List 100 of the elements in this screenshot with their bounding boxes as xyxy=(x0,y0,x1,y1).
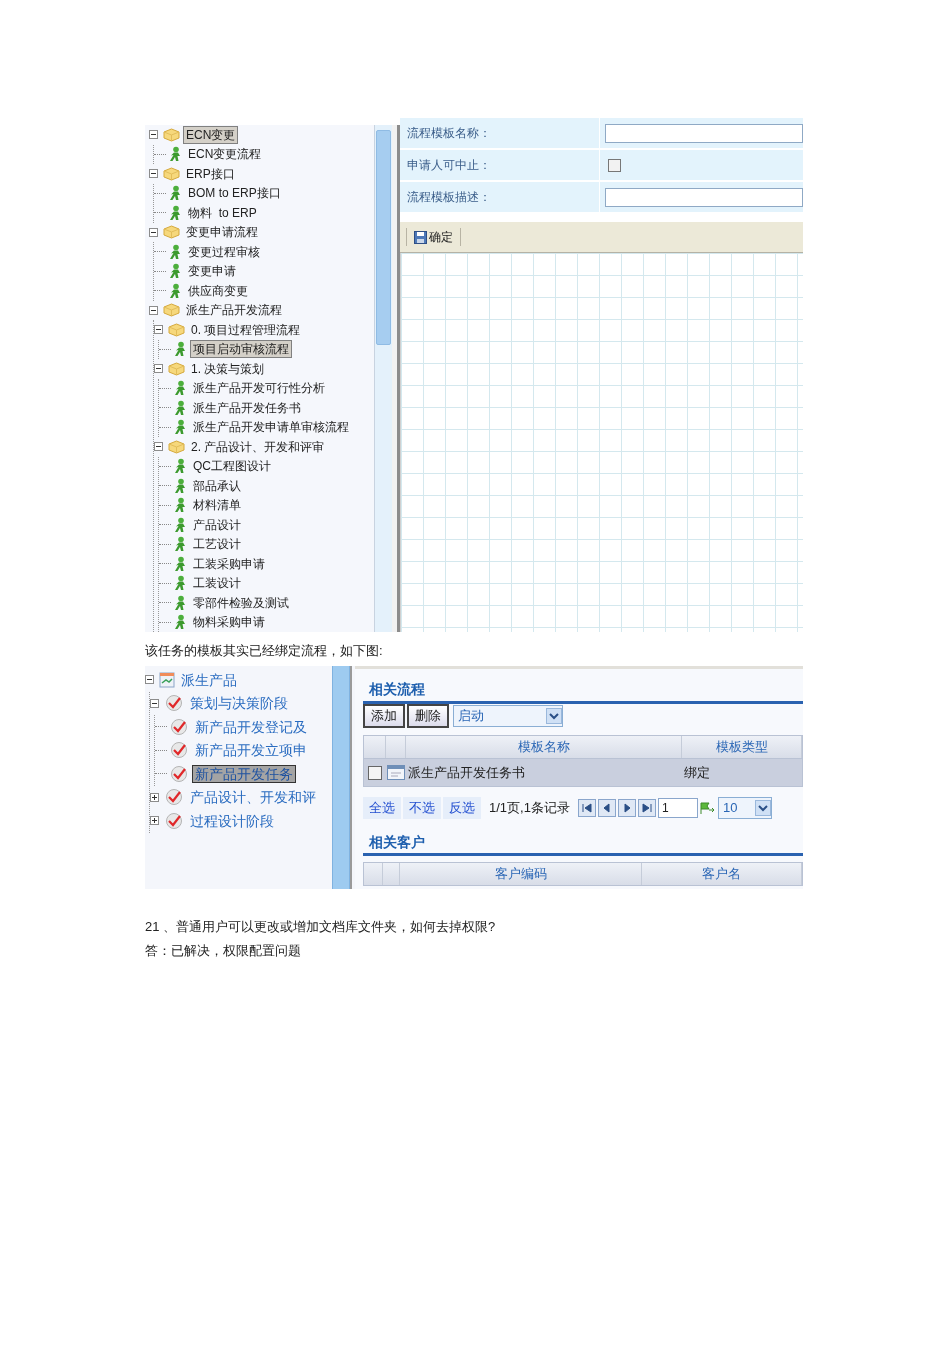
status-dropdown[interactable]: 启动 xyxy=(453,705,563,727)
selection-link[interactable]: 反选 xyxy=(443,797,481,819)
previous-page-icon[interactable] xyxy=(597,799,616,817)
field-label: 流程模板描述： xyxy=(407,189,491,206)
tree-item[interactable]: 工装采购申请 xyxy=(190,554,268,573)
check-icon xyxy=(164,811,184,830)
input-field[interactable] xyxy=(605,187,803,207)
box-icon xyxy=(163,166,180,181)
person-icon xyxy=(173,614,187,631)
checkbox[interactable] xyxy=(367,765,382,780)
tree-item[interactable]: 派生产品开发可行性分析 xyxy=(190,379,328,398)
tree-item[interactable]: 工装设计 xyxy=(190,574,244,593)
collapse-icon[interactable] xyxy=(149,227,158,237)
box-icon xyxy=(163,225,180,240)
action-button[interactable]: 添加 xyxy=(363,704,405,728)
tree-item[interactable]: 派生产品开发流程 xyxy=(183,301,285,320)
tree-item[interactable]: 2. 产品设计、开发和评审 xyxy=(188,437,328,456)
person-icon xyxy=(173,594,187,611)
check-icon xyxy=(169,764,189,783)
go-flag-icon[interactable] xyxy=(699,801,716,815)
table-row[interactable]: 派生产品开发任务书 绑定 xyxy=(363,759,803,787)
person-icon xyxy=(173,477,187,494)
first-page-icon[interactable] xyxy=(577,799,596,817)
collapse-icon[interactable] xyxy=(149,169,158,179)
save-icon xyxy=(414,230,427,244)
tree-item[interactable]: QC工程图设计 xyxy=(190,457,274,476)
tree-item[interactable]: ECN变更 xyxy=(183,125,239,144)
collapse-icon[interactable] xyxy=(149,305,158,315)
answer-text: 答：已解决，权限配置问题 xyxy=(145,942,302,960)
tree-item[interactable]: 过程设计阶段 xyxy=(187,811,277,830)
collapse-icon[interactable] xyxy=(154,364,163,374)
tree-item[interactable]: 产品设计、开发和评 xyxy=(187,788,319,807)
tree-item[interactable]: 派生产品 xyxy=(178,670,240,689)
tree-item[interactable]: 供应商变更 xyxy=(185,281,251,300)
tree-item[interactable]: 新产品开发登记及 xyxy=(192,717,310,736)
person-icon xyxy=(173,458,187,475)
expand-icon[interactable] xyxy=(150,816,159,826)
column-header[interactable]: 客户编码 xyxy=(400,863,642,885)
tree-item[interactable]: 零部件检验及测试 xyxy=(190,593,292,612)
tree-item[interactable]: 材料清单 xyxy=(190,496,244,515)
person-icon xyxy=(173,575,187,592)
collapse-icon[interactable] xyxy=(145,675,154,685)
expand-icon[interactable] xyxy=(150,792,159,802)
page-field[interactable]: 1 xyxy=(657,798,698,818)
tree-item[interactable]: ECN变更流程 xyxy=(185,145,265,164)
tree-item[interactable]: ERP接口 xyxy=(183,164,238,183)
field-label: 流程模板名称： xyxy=(407,125,491,142)
column-header[interactable]: 模板名称 xyxy=(406,736,682,758)
person-icon xyxy=(173,497,187,514)
tree-item[interactable]: 新产品开发立项申 xyxy=(192,741,310,760)
collapse-icon[interactable] xyxy=(150,698,159,708)
chart-icon xyxy=(159,671,175,688)
check-icon xyxy=(169,741,189,760)
tree-item[interactable]: 工艺设计 xyxy=(190,535,244,554)
action-button[interactable]: 删除 xyxy=(407,704,449,728)
tree-item[interactable]: 物料采购申请 xyxy=(190,613,268,632)
field-label: 申请人可中止： xyxy=(407,157,491,174)
person-icon xyxy=(173,536,187,553)
question-text: 21 、普通用户可以更改或增加文档库文件夹，如何去掉权限? xyxy=(145,918,497,936)
box-icon xyxy=(163,127,180,142)
tree-item[interactable]: 变更申请流程 xyxy=(183,223,261,242)
box-icon xyxy=(163,303,180,318)
selection-link[interactable]: 不选 xyxy=(403,797,441,819)
splitter-bar[interactable] xyxy=(392,125,400,632)
tree-item[interactable]: 部品承认 xyxy=(190,476,244,495)
person-icon xyxy=(168,263,182,280)
next-page-icon[interactable] xyxy=(617,799,636,817)
last-page-icon[interactable] xyxy=(637,799,656,817)
scrollbar[interactable] xyxy=(375,125,392,632)
tree-item[interactable]: 变更申请 xyxy=(185,262,239,281)
tree-item[interactable]: 产品设计 xyxy=(190,515,244,534)
person-icon xyxy=(173,341,187,358)
tree-item[interactable]: 派生产品开发任务书 xyxy=(190,398,304,417)
checkbox[interactable] xyxy=(608,158,621,172)
table-cell-text: 派生产品开发任务书 xyxy=(407,763,526,782)
tree-item[interactable]: 项目启动审核流程 xyxy=(190,340,292,359)
person-icon xyxy=(168,146,182,163)
save-button[interactable]: 确定 xyxy=(411,228,456,246)
tree-item[interactable]: BOM to ERP接口 xyxy=(185,184,284,203)
column-header[interactable]: 模板类型 xyxy=(682,736,802,758)
collapse-icon[interactable] xyxy=(154,325,163,335)
column-header[interactable]: 客户名 xyxy=(642,863,802,885)
caret-icon xyxy=(754,800,771,816)
collapse-icon[interactable] xyxy=(154,442,163,452)
box-icon xyxy=(168,439,185,454)
tree-item[interactable]: 0. 项目过程管理流程 xyxy=(188,320,304,339)
tree-item[interactable]: 物料 to ERP xyxy=(185,203,260,222)
person-icon xyxy=(168,204,182,221)
box-icon xyxy=(168,322,185,337)
input-field[interactable] xyxy=(605,123,803,143)
tree-item[interactable]: 派生产品开发申请单审核流程 xyxy=(190,418,352,437)
selection-link[interactable]: 全选 xyxy=(363,797,401,819)
collapse-icon[interactable] xyxy=(149,130,158,140)
window-icon xyxy=(386,765,405,780)
tree-item[interactable]: 1. 决策与策划 xyxy=(188,359,268,378)
tree-item[interactable]: 变更过程审核 xyxy=(185,242,263,261)
check-icon xyxy=(164,788,184,807)
scrollbar-thumb[interactable] xyxy=(376,130,391,345)
page-size-dropdown[interactable]: 10 xyxy=(717,797,772,819)
tree-item[interactable]: 策划与决策阶段 xyxy=(187,694,291,713)
